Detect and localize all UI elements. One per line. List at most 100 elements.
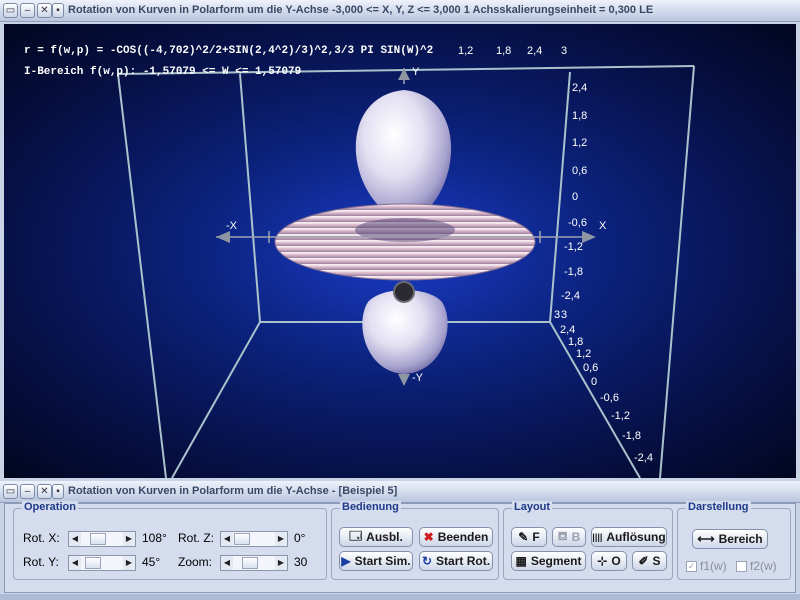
f2-label: f2(w) — [750, 559, 777, 573]
layout-title: Layout — [512, 501, 553, 513]
slider-right-arrow-icon[interactable]: ▶ — [275, 532, 287, 546]
close-icon[interactable]: ✕ — [37, 484, 52, 499]
rot-y-value: 45° — [142, 555, 161, 569]
zoom-slider[interactable]: ◀ ▶ — [220, 555, 288, 571]
f1-label: f1(w) — [700, 559, 727, 573]
style-s-button[interactable]: ✐ S — [632, 551, 667, 571]
torus-hole — [355, 218, 455, 242]
bedienung-title: Bedienung — [340, 501, 401, 513]
f1-checkbox[interactable]: ✓ f1(w) — [686, 559, 727, 573]
ausbl-label: Ausbl. — [366, 530, 403, 544]
darstellung-group: Darstellung ⟷ Bereich ✓ f1(w) f2(w) — [677, 501, 791, 580]
control-titlebar[interactable]: ▭ – ✕ ▪ Rotation von Kurven in Polarform… — [0, 481, 800, 503]
rot-z-slider[interactable]: ◀ ▶ — [220, 531, 288, 547]
tick-label: 1,2 — [576, 348, 592, 360]
tick-label: 3 — [554, 309, 561, 321]
control-window-title: Rotation von Kurven in Polarform um die … — [68, 485, 398, 497]
tick-label: 2,4 — [560, 324, 576, 336]
upper-lobe — [355, 90, 452, 221]
f2-checkbox[interactable]: f2(w) — [736, 559, 777, 573]
render-viewport[interactable]: r = f(w,p) = -COS((-4,702)^2/2+SIN(2,4^2… — [4, 24, 796, 478]
segment-label: Segment — [530, 554, 582, 568]
tick-label: 1,8 — [496, 45, 512, 57]
ausbl-button[interactable]: 🗔 Ausbl. — [339, 527, 413, 547]
aufloesung-button[interactable]: |||| Auflösung — [591, 527, 667, 547]
restore-icon[interactable]: ▭ — [3, 484, 18, 499]
main-window-title: Rotation von Kurven in Polarform um die … — [68, 4, 654, 16]
beenden-button[interactable]: ✖ Beenden — [419, 527, 493, 547]
play-icon: ▶ — [341, 554, 351, 568]
tick-label: 2,4 — [527, 45, 543, 57]
tick-label: 3 — [561, 309, 568, 321]
operation-title: Operation — [22, 501, 78, 513]
slider-right-arrow-icon[interactable]: ▶ — [123, 556, 135, 570]
tick-label: -2,4 — [561, 290, 580, 302]
origin-o-label: O — [611, 554, 621, 568]
tick-label: 1,8 — [568, 336, 584, 348]
tick-label: 1,2 — [458, 45, 474, 57]
bereich-label: Bereich — [718, 532, 763, 546]
aufloesung-label: Auflösung — [606, 530, 666, 544]
tick-label: 2,4 — [572, 82, 588, 94]
rot-z-value: 0° — [294, 531, 306, 545]
paint-bucket-icon: ⛾ — [557, 529, 568, 543]
operation-group: Operation Rot. X: ◀ ▶ 108° Rot. Z: ◀ ▶ 0… — [13, 501, 327, 580]
zoom-label: Zoom: — [178, 555, 213, 569]
minimize-icon[interactable]: – — [20, 3, 35, 18]
slider-right-arrow-icon[interactable]: ▶ — [275, 556, 287, 570]
center-pivot-icon — [393, 281, 415, 303]
paint-brush-icon: ✎ — [518, 530, 529, 544]
resolution-icon: |||| — [592, 532, 603, 542]
restore-icon[interactable]: ▭ — [3, 3, 18, 18]
slider-left-arrow-icon[interactable]: ◀ — [221, 556, 233, 570]
tick-label: 3 — [561, 45, 568, 57]
tick-label: -0,6 — [568, 217, 587, 229]
axis-label-neg-y: -Y — [412, 372, 423, 384]
tick-label: 0 — [591, 376, 598, 388]
color-f-button[interactable]: ✎ F — [511, 527, 547, 547]
checkbox-empty-icon — [736, 560, 747, 572]
start-sim-button[interactable]: ▶ Start Sim. — [339, 551, 413, 571]
origin-o-button[interactable]: ⊹ O — [591, 551, 627, 571]
rot-x-slider[interactable]: ◀ ▶ — [68, 531, 136, 547]
tick-label: 1,8 — [572, 110, 588, 122]
segment-button[interactable]: ▦ Segment — [511, 551, 586, 571]
slider-left-arrow-icon[interactable]: ◀ — [69, 556, 81, 570]
zoom-value: 30 — [294, 555, 308, 569]
tick-label: 0,6 — [583, 362, 599, 374]
close-icon[interactable]: ✕ — [37, 3, 52, 18]
tick-label: 1,2 — [572, 137, 588, 149]
rot-y-slider[interactable]: ◀ ▶ — [68, 555, 136, 571]
rot-z-label: Rot. Z: — [178, 531, 215, 545]
formula-text: r = f(w,p) = -COS((-4,702)^2/2+SIN(2,4^2… — [24, 45, 434, 57]
axis-label-pos-x: X — [599, 220, 607, 232]
main-titlebar[interactable]: ▭ – ✕ ▪ Rotation von Kurven in Polarform… — [0, 0, 800, 22]
rotate-icon: ↻ — [421, 554, 433, 568]
window-menu-icon[interactable]: ▪ — [52, 484, 64, 499]
start-rot-label: Start Rot. — [436, 554, 491, 568]
scene-graphic — [117, 65, 695, 478]
tick-label: -1,8 — [564, 266, 583, 278]
slider-thumb[interactable] — [241, 557, 258, 569]
rot-x-label: Rot. X: — [23, 531, 60, 545]
slider-thumb[interactable] — [234, 533, 250, 545]
layout-group: Layout ✎ F ⛾ B |||| Auflösung ▦ Segment … — [503, 501, 673, 580]
eraser-icon: ✐ — [638, 554, 649, 568]
slider-left-arrow-icon[interactable]: ◀ — [221, 532, 233, 546]
slider-left-arrow-icon[interactable]: ◀ — [69, 532, 81, 546]
close-x-icon: ✖ — [423, 530, 434, 544]
crosshair-icon: ⊹ — [597, 554, 608, 568]
slider-thumb[interactable] — [89, 533, 106, 545]
window-menu-icon[interactable]: ▪ — [52, 3, 64, 18]
color-b-button[interactable]: ⛾ B — [552, 527, 586, 547]
bereich-button[interactable]: ⟷ Bereich — [692, 529, 768, 549]
tick-label: 0,6 — [572, 165, 588, 177]
slider-right-arrow-icon[interactable]: ▶ — [123, 532, 135, 546]
tick-label: -0,6 — [600, 392, 619, 404]
tick-label: -1,2 — [564, 241, 583, 253]
minimize-icon[interactable]: – — [20, 484, 35, 499]
axis-label-neg-x: -X — [226, 220, 237, 232]
slider-thumb[interactable] — [85, 557, 102, 569]
tick-label: -2,4 — [634, 452, 653, 464]
start-rot-button[interactable]: ↻ Start Rot. — [419, 551, 493, 571]
